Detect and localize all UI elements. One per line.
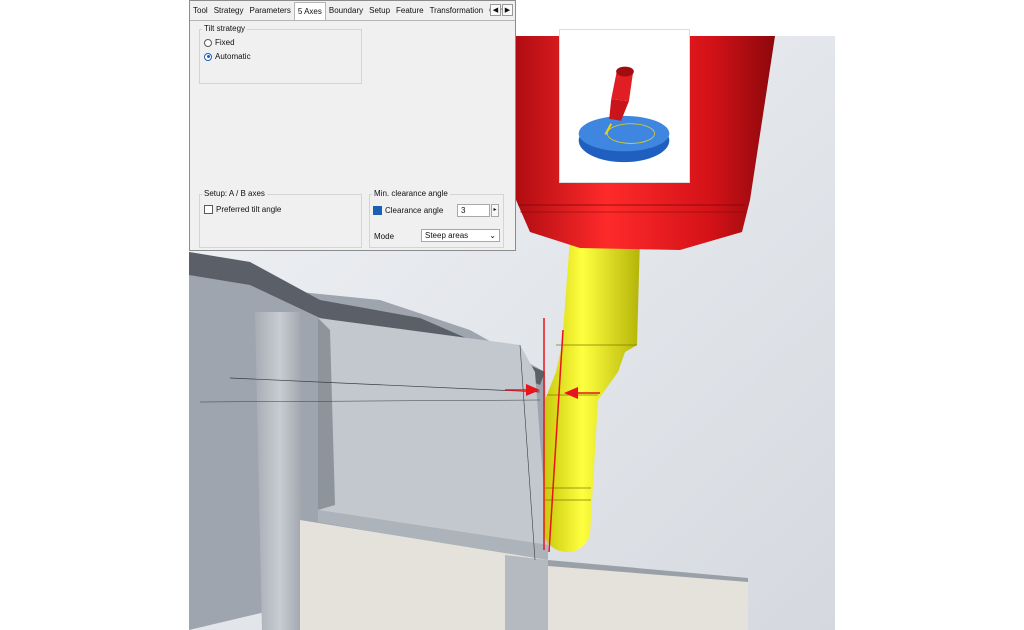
tab-boundary[interactable]: Boundary	[326, 1, 366, 20]
clearance-angle-check[interactable]	[373, 206, 382, 215]
radio-fixed[interactable]: Fixed	[204, 38, 235, 47]
clearance-angle-input[interactable]: 3	[457, 204, 490, 217]
min-clearance-title: Min. clearance angle	[372, 189, 450, 198]
tab-parameters[interactable]: Parameters	[246, 1, 293, 20]
dropdown-arrow-icon: ⌄	[489, 231, 496, 240]
spin-arrow-icon[interactable]: ▸	[491, 204, 499, 217]
tab-feature[interactable]: Feature	[393, 1, 427, 20]
clearance-angle-label: Clearance angle	[385, 206, 444, 215]
operation-dialog: Tool Strategy Parameters 5 Axes Boundary…	[189, 0, 690, 251]
mode-select[interactable]: Steep areas ⌄	[421, 229, 500, 242]
tab-strip: Tool Strategy Parameters 5 Axes Boundary…	[190, 1, 515, 21]
radio-automatic[interactable]: Automatic	[204, 52, 251, 61]
mode-select-value: Steep areas	[425, 231, 469, 240]
tab-strategy[interactable]: Strategy	[211, 1, 247, 20]
preferred-tilt-checkbox[interactable]: Preferred tilt angle	[204, 205, 281, 214]
mode-label: Mode	[374, 232, 395, 241]
tab-transformation[interactable]: Transformation	[427, 1, 487, 20]
radio-fixed-label: Fixed	[215, 38, 235, 47]
tab-setup[interactable]: Setup	[366, 1, 393, 20]
tab-5-axes[interactable]: 5 Axes	[293, 2, 326, 20]
setup-axes-group	[199, 194, 362, 248]
preferred-tilt-check[interactable]	[204, 205, 213, 214]
chevron-left-icon[interactable]: ◀	[490, 4, 501, 16]
radio-fixed-circle[interactable]	[204, 38, 212, 47]
tab-tool[interactable]: Tool	[190, 1, 211, 20]
chevron-right-icon[interactable]: ▶	[502, 4, 513, 16]
tilt-preview-image	[559, 29, 690, 183]
radio-automatic-circle[interactable]	[204, 52, 212, 61]
clearance-angle-checkbox[interactable]: Clearance angle	[373, 206, 443, 215]
preferred-tilt-label: Preferred tilt angle	[216, 205, 282, 214]
setup-axes-title: Setup: A / B axes	[202, 189, 267, 198]
tilt-strategy-title: Tilt strategy	[202, 24, 248, 33]
radio-automatic-label: Automatic	[215, 52, 251, 61]
